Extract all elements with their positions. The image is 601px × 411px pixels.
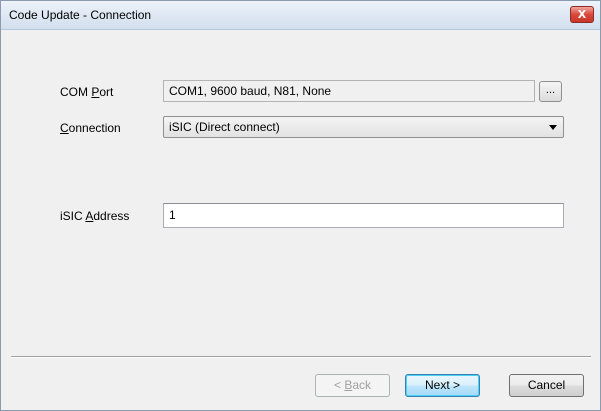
code-update-dialog: Code Update - Connection X COM Port COM1… (0, 0, 601, 411)
window-title: Code Update - Connection (9, 8, 152, 22)
close-icon: X (577, 8, 587, 21)
cancel-button[interactable]: Cancel (509, 374, 584, 397)
isic-address-label-part2: ddress (93, 209, 130, 223)
connection-selected-value: iSIC (Direct connect) (169, 120, 280, 134)
isic-address-label: iSIC Address (60, 209, 129, 223)
com-port-browse-button[interactable]: ... (539, 81, 562, 102)
next-button[interactable]: Next > (405, 374, 480, 397)
connection-label: Connection (60, 121, 121, 135)
close-button[interactable]: X (570, 6, 594, 23)
back-label-part1: < (333, 378, 345, 392)
com-port-field: COM1, 9600 baud, N81, None (163, 80, 535, 102)
chevron-down-icon (549, 125, 557, 130)
com-port-label: COM Port (60, 85, 113, 99)
com-port-label-part2: ort (99, 85, 114, 99)
back-label-part2: ack (352, 378, 372, 392)
connection-label-hotkey: C (60, 121, 69, 135)
back-button[interactable]: < Back (315, 374, 390, 397)
footer-divider (11, 356, 591, 358)
title-bar: Code Update - Connection X (1, 1, 600, 30)
connection-select[interactable]: iSIC (Direct connect) (163, 116, 564, 138)
com-port-label-part1: COM (60, 85, 92, 99)
connection-label-part: onnection (68, 121, 121, 135)
isic-address-input[interactable]: 1 (163, 203, 564, 228)
isic-address-label-part1: iSIC (60, 209, 86, 223)
